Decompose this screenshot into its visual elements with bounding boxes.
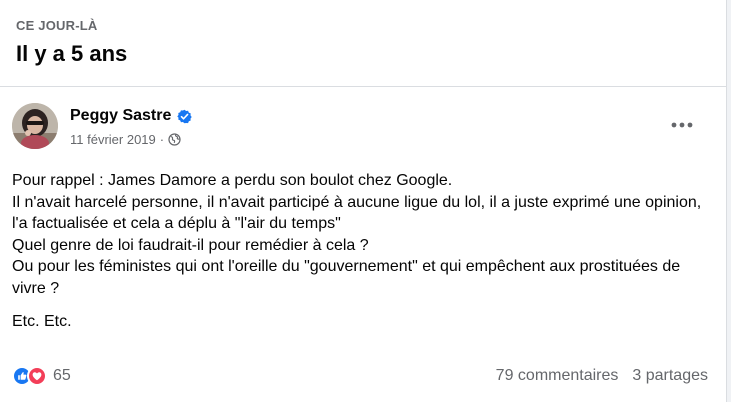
post-closing: Etc. Etc. [12, 313, 72, 330]
memory-headline: Il y a 5 ans [16, 41, 128, 66]
post-footer: 65 79 commentaires 3 partages [12, 364, 708, 388]
engagement-counts: 79 commentaires 3 partages [496, 367, 708, 385]
post-line: Ou pour les féministes qui ont l'oreille… [12, 258, 681, 297]
avatar[interactable] [12, 103, 58, 149]
reaction-icons [12, 366, 47, 386]
reactions-count: 65 [53, 367, 71, 384]
author-name[interactable]: Peggy Sastre [70, 107, 171, 125]
memory-card: CE JOUR-LÀ Il y a 5 ans Peggy Sastre 11 … [0, 0, 727, 402]
divider [0, 86, 726, 87]
reactions-summary[interactable]: 65 [12, 366, 71, 386]
shares-link[interactable]: 3 partages [632, 367, 708, 385]
verified-badge-icon [177, 109, 193, 124]
post-date[interactable]: 11 février 2019 [70, 132, 156, 147]
globe-icon [168, 133, 181, 146]
more-options-button[interactable] [668, 115, 696, 133]
more-horizontal-icon [671, 115, 693, 133]
post-body: Pour rappel : James Damore a perdu son b… [12, 170, 714, 333]
memory-header: CE JOUR-LÀ Il y a 5 ans [16, 18, 710, 67]
post-line: Pour rappel : James Damore a perdu son b… [12, 172, 453, 189]
post-meta: 11 février 2019 · [70, 132, 181, 147]
post-line: Quel genre de loi faudrait-il pour reméd… [12, 236, 369, 254]
post-header: Peggy Sastre 11 février 2019 · [12, 103, 714, 159]
comments-link[interactable]: 79 commentaires [496, 367, 619, 385]
love-icon [27, 366, 47, 386]
post-line: Il n'avait harcelé personne, il n'avait … [12, 193, 702, 233]
author-line: Peggy Sastre [70, 107, 193, 125]
meta-separator: · [159, 132, 165, 147]
memory-kicker: CE JOUR-LÀ [16, 18, 98, 33]
